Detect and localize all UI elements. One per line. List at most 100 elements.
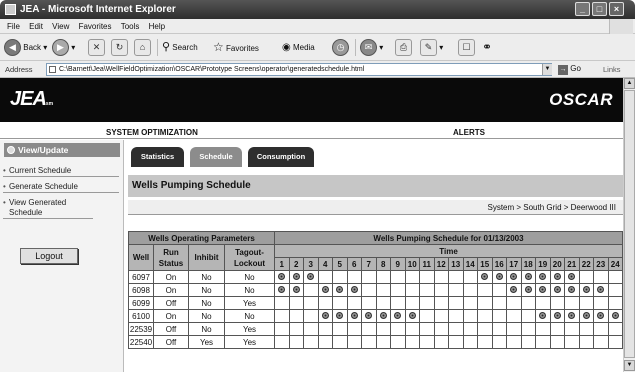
schedule-cell[interactable] [375,283,391,297]
schedule-cell[interactable] [491,335,507,349]
schedule-cell[interactable] [491,296,507,310]
schedule-cell[interactable] [375,309,391,323]
schedule-cell[interactable] [535,296,551,310]
schedule-cell[interactable] [549,270,565,284]
schedule-cell[interactable] [390,270,406,284]
schedule-cell[interactable] [607,296,623,310]
schedule-cell[interactable] [448,309,464,323]
schedule-cell[interactable] [375,335,391,349]
schedule-cell[interactable] [404,270,420,284]
schedule-cell[interactable] [317,296,333,310]
schedule-cell[interactable] [346,309,362,323]
schedule-cell[interactable] [520,296,536,310]
schedule-cell[interactable] [317,283,333,297]
schedule-cell[interactable] [404,296,420,310]
mail-button[interactable]: ✉ ▾ [360,38,383,57]
stop-button[interactable]: ✕ [88,38,105,57]
schedule-cell[interactable] [303,322,319,336]
schedule-cell[interactable] [361,335,377,349]
schedule-cell[interactable] [462,335,478,349]
scrollbar-thumb[interactable] [624,90,635,358]
schedule-cell[interactable] [607,270,623,284]
schedule-cell[interactable] [448,322,464,336]
schedule-cell[interactable] [404,309,420,323]
sidebar-item-current-schedule[interactable]: • Current Schedule [3,166,119,177]
maximize-button[interactable]: □ [592,2,607,16]
schedule-cell[interactable] [433,322,449,336]
schedule-cell[interactable] [433,270,449,284]
schedule-cell[interactable] [419,335,435,349]
schedule-cell[interactable] [332,309,348,323]
schedule-cell[interactable] [535,322,551,336]
schedule-cell[interactable] [274,335,290,349]
schedule-cell[interactable] [462,309,478,323]
schedule-cell[interactable] [593,296,609,310]
schedule-cell[interactable] [332,335,348,349]
sidebar-item-view-generated-schedule[interactable]: • View Generated Schedule [3,198,93,219]
schedule-cell[interactable] [535,335,551,349]
schedule-cell[interactable] [520,270,536,284]
schedule-cell[interactable] [390,283,406,297]
schedule-cell[interactable] [274,309,290,323]
schedule-cell[interactable] [303,309,319,323]
schedule-cell[interactable] [520,283,536,297]
schedule-cell[interactable] [288,270,304,284]
schedule-cell[interactable] [448,296,464,310]
menu-help[interactable]: Help [149,19,165,34]
schedule-cell[interactable] [506,270,522,284]
schedule-cell[interactable] [303,283,319,297]
schedule-cell[interactable] [375,296,391,310]
schedule-cell[interactable] [535,283,551,297]
schedule-cell[interactable] [462,270,478,284]
schedule-cell[interactable] [361,322,377,336]
tab-consumption[interactable]: Consumption [248,147,314,167]
schedule-cell[interactable] [346,283,362,297]
schedule-cell[interactable] [448,335,464,349]
schedule-cell[interactable] [491,270,507,284]
schedule-cell[interactable] [549,322,565,336]
menu-favorites[interactable]: Favorites [79,19,112,34]
go-button[interactable]: → Go [558,64,581,75]
schedule-cell[interactable] [549,309,565,323]
back-button[interactable]: ◀ Back ▾ [4,38,47,57]
schedule-cell[interactable] [332,283,348,297]
schedule-cell[interactable] [332,296,348,310]
schedule-cell[interactable] [317,322,333,336]
forward-button[interactable]: ▶ ▾ [52,38,75,57]
schedule-cell[interactable] [448,270,464,284]
schedule-cell[interactable] [477,296,493,310]
schedule-cell[interactable] [607,322,623,336]
scroll-down-button[interactable]: ▼ [624,360,635,371]
schedule-cell[interactable] [506,283,522,297]
schedule-cell[interactable] [433,309,449,323]
schedule-cell[interactable] [419,296,435,310]
favorites-button[interactable]: ☆ Favorites [213,38,259,57]
links-button[interactable]: Links [603,65,621,74]
schedule-cell[interactable] [288,283,304,297]
schedule-cell[interactable] [317,335,333,349]
logout-button[interactable]: Logout [20,248,78,264]
schedule-cell[interactable] [317,270,333,284]
schedule-cell[interactable] [549,296,565,310]
schedule-cell[interactable] [477,270,493,284]
schedule-cell[interactable] [520,309,536,323]
schedule-cell[interactable] [535,270,551,284]
refresh-button[interactable]: ↻ [111,38,128,57]
schedule-cell[interactable] [274,322,290,336]
schedule-cell[interactable] [433,296,449,310]
schedule-cell[interactable] [593,322,609,336]
schedule-cell[interactable] [274,283,290,297]
schedule-cell[interactable] [390,296,406,310]
schedule-cell[interactable] [419,309,435,323]
menu-tools[interactable]: Tools [121,19,140,34]
schedule-cell[interactable] [361,309,377,323]
schedule-cell[interactable] [578,322,594,336]
schedule-cell[interactable] [404,283,420,297]
schedule-cell[interactable] [578,270,594,284]
schedule-cell[interactable] [332,322,348,336]
schedule-cell[interactable] [578,283,594,297]
schedule-cell[interactable] [520,322,536,336]
schedule-cell[interactable] [477,322,493,336]
schedule-cell[interactable] [477,335,493,349]
schedule-cell[interactable] [288,309,304,323]
